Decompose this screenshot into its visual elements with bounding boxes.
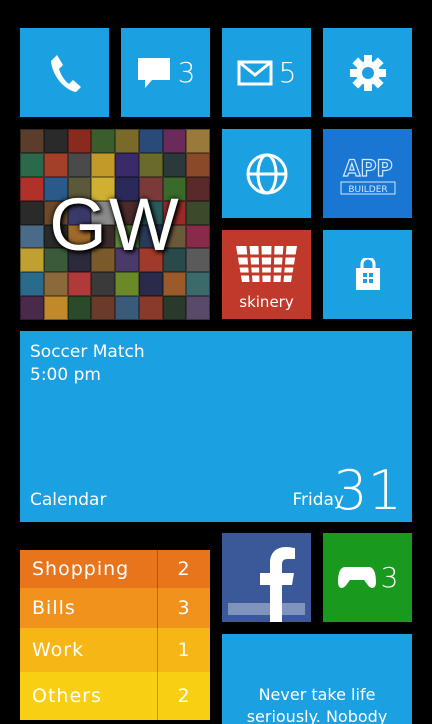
- list-item[interactable]: Shopping 2: [20, 550, 210, 588]
- gamepad-icon: [337, 566, 376, 588]
- list-item[interactable]: Bills 3: [20, 588, 210, 628]
- list-item-count: 1: [177, 639, 191, 661]
- list-item-count: 3: [177, 597, 191, 619]
- xbox-count: 3: [380, 560, 399, 594]
- shopping-bag-icon: [355, 257, 380, 290]
- calendar-event-title: Soccer Match: [30, 342, 145, 362]
- mail-tile[interactable]: 5: [222, 28, 311, 117]
- calendar-date: 31: [333, 459, 402, 522]
- mail-count: 5: [278, 55, 297, 89]
- quote-line-2: seriously. Nobody: [246, 707, 388, 724]
- message-count: 3: [177, 55, 196, 89]
- messaging-tile[interactable]: 3: [121, 28, 210, 117]
- app-builder-logo: APP BUILDER: [340, 156, 395, 195]
- quote-line-1: Never take life: [258, 685, 376, 704]
- calendar-tile[interactable]: Soccer Match 5:00 pm Calendar Friday 31: [20, 331, 412, 522]
- calendar-event-time: 5:00 pm: [30, 365, 101, 385]
- list-item-count: 2: [177, 685, 191, 707]
- list-item-count: 2: [177, 558, 191, 580]
- phone-icon: [50, 54, 81, 92]
- chat-bubble-icon: [137, 57, 170, 88]
- store-tile[interactable]: [323, 230, 412, 319]
- app-builder-line2: BUILDER: [348, 185, 387, 195]
- gear-icon: [349, 54, 386, 91]
- games-hub-tile[interactable]: GW: [20, 129, 210, 320]
- facebook-tile[interactable]: [222, 533, 311, 622]
- xbox-games-tile[interactable]: 3: [323, 533, 412, 622]
- calendar-app-name: Calendar: [30, 490, 107, 510]
- list-item-label: Work: [32, 639, 85, 661]
- facebook-f-icon: [228, 547, 305, 622]
- list-item-label: Shopping: [32, 558, 130, 580]
- quote-tile[interactable]: Never take life seriously. Nobody: [222, 634, 412, 724]
- todo-list-tile[interactable]: Shopping 2 Bills 3 Work 1 Others 2: [20, 550, 210, 720]
- internet-explorer-tile[interactable]: [222, 129, 311, 218]
- settings-tile[interactable]: [323, 28, 412, 117]
- app-builder-tile[interactable]: APP BUILDER: [323, 129, 412, 218]
- hub-label: GW: [49, 183, 181, 266]
- skinery-tile[interactable]: skinery: [222, 230, 311, 319]
- list-item[interactable]: Others 2: [20, 672, 210, 720]
- skinery-label: skinery: [239, 293, 294, 311]
- list-item[interactable]: Work 1: [20, 628, 210, 672]
- list-item-label: Bills: [32, 597, 76, 619]
- app-builder-line1: APP: [343, 157, 392, 182]
- phone-tile[interactable]: [20, 28, 109, 117]
- mail-icon: [237, 60, 273, 85]
- globe-icon: [246, 153, 287, 194]
- list-item-label: Others: [32, 685, 102, 707]
